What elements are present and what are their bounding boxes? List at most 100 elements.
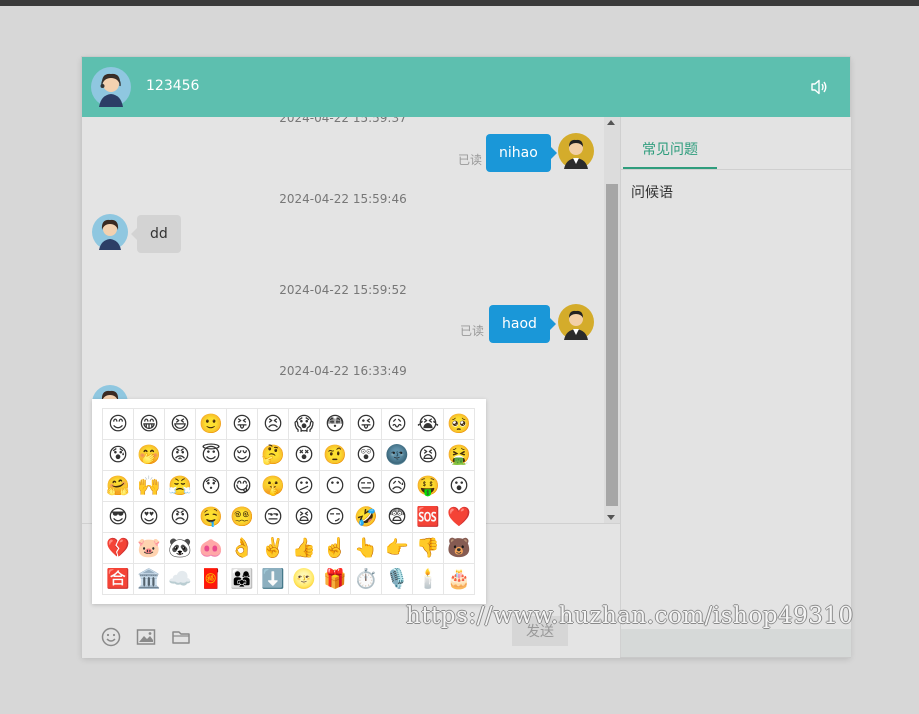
emoji-cell[interactable]: 😏 [320,502,351,533]
folder-icon[interactable] [171,627,191,647]
emoji-cell[interactable]: 😋 [227,471,258,502]
emoji-cell[interactable]: ❤️ [444,502,475,533]
emoji-cell[interactable]: 😎 [103,502,134,533]
emoji-cell[interactable]: ☁️ [165,564,196,595]
emoji-cell[interactable]: 😍 [134,502,165,533]
emoji-cell[interactable]: 🤭 [134,440,165,471]
message-timestamp: 2024-04-22 15:59:37 [279,117,407,125]
emoji-cell[interactable]: 🙌 [134,471,165,502]
emoji-cell[interactable]: 🐻 [444,533,475,564]
emoji-cell[interactable]: 😰 [103,440,134,471]
emoji-cell[interactable]: 😣 [258,409,289,440]
emoji-cell[interactable]: 🧧 [196,564,227,595]
emoji-cell[interactable]: 😁 [134,409,165,440]
watermark-text: https://www.huzhan.com/ishop49310 [406,603,854,629]
scroll-down-icon[interactable] [607,515,615,520]
emoji-cell[interactable]: 👆 [351,533,382,564]
emoji-cell[interactable]: 🙂 [196,409,227,440]
emoji-cell[interactable]: 🆘 [413,502,444,533]
emoji-cell[interactable]: 🤮 [444,440,475,471]
speaker-icon[interactable] [810,79,828,95]
emoji-cell[interactable]: 🏛️ [134,564,165,595]
emoji-cell[interactable]: 🎁 [320,564,351,595]
header-title: 123456 [146,78,200,94]
female-agent-avatar-icon [91,67,131,107]
emoji-cell[interactable]: 😯 [196,471,227,502]
emoji-cell[interactable]: 🕯️ [413,564,444,595]
emoji-cell[interactable]: 😇 [196,440,227,471]
emoji-cell[interactable]: 😶 [320,471,351,502]
emoji-icon[interactable] [101,627,121,647]
emoji-cell[interactable]: 😖 [382,409,413,440]
emoji-cell[interactable]: ✌️ [258,533,289,564]
scroll-up-icon[interactable] [607,120,615,125]
emoji-cell[interactable]: ☝️ [320,533,351,564]
emoji-cell[interactable]: 👨‍👩‍👧 [227,564,258,595]
emoji-cell[interactable]: 👉 [382,533,413,564]
emoji-cell[interactable]: 💔 [103,533,134,564]
emoji-cell[interactable]: 🤑 [413,471,444,502]
message-timestamp: 2024-04-22 15:59:46 [279,192,407,206]
emoji-cell[interactable]: 😜 [351,409,382,440]
emoji-cell[interactable]: 🤔 [258,440,289,471]
read-status: 已读 [458,153,483,167]
emoji-cell[interactable]: 😨 [382,502,413,533]
message-bubble-received: dd [131,215,181,253]
emoji-cell[interactable]: 😥 [382,471,413,502]
message-timestamp: 2024-04-22 15:59:52 [279,283,407,297]
faq-panel-footer [621,629,851,657]
emoji-cell[interactable]: 😠 [165,502,196,533]
emoji-cell[interactable]: 😆 [165,409,196,440]
tab-faq[interactable]: 常见问题 [623,139,717,169]
emoji-cell[interactable]: 😮 [444,471,475,502]
message-scrollbar[interactable] [604,117,620,523]
emoji-cell[interactable]: 🤣 [351,502,382,533]
faq-tabs: 常见问题 [621,117,851,170]
emoji-cell[interactable]: 😫 [413,440,444,471]
emoji-cell[interactable]: 😲 [351,440,382,471]
emoji-cell[interactable]: 🎙️ [382,564,413,595]
female-agent-avatar-icon [92,214,128,250]
scrollbar-thumb[interactable] [606,184,618,506]
faq-panel: 常见问题 问候语 [620,117,851,657]
male-user-avatar-icon [558,304,594,340]
emoji-cell[interactable]: 🈴 [103,564,134,595]
image-icon[interactable] [136,627,156,647]
emoji-grid: 😊 😁 😆 🙂 😝 😣 😱 😳 😜 😖 😭 🥺 😰 🤭 😡 😇 😌 🤔 😵 🤨 😲 🌚 😫 🤮 🤗 🙌 😤 😯 😋 🤫 😕 😶 😑 😥 🤑 😮 😎 😍 😠 🤤… [102,408,475,595]
message-bubble-sent: haod [489,305,556,343]
emoji-cell[interactable]: 🌝 [289,564,320,595]
emoji-cell[interactable]: 😒 [258,502,289,533]
emoji-cell[interactable]: 😱 [289,409,320,440]
emoji-cell[interactable]: 😕 [289,471,320,502]
male-user-avatar-icon [558,133,594,169]
emoji-cell[interactable]: 👎 [413,533,444,564]
emoji-cell[interactable]: 🐽 [196,533,227,564]
emoji-cell[interactable]: 🐼 [165,533,196,564]
emoji-cell[interactable]: 🤫 [258,471,289,502]
emoji-cell[interactable]: 👍 [289,533,320,564]
emoji-cell[interactable]: 🌚 [382,440,413,471]
emoji-cell[interactable]: 😡 [165,440,196,471]
emoji-cell[interactable]: 🤗 [103,471,134,502]
emoji-cell[interactable]: ⬇️ [258,564,289,595]
emoji-cell[interactable]: 😫 [289,502,320,533]
emoji-cell[interactable]: 🥺 [444,409,475,440]
faq-item-greeting[interactable]: 问候语 [631,182,673,202]
emoji-cell[interactable]: 😭 [413,409,444,440]
emoji-cell[interactable]: 😤 [165,471,196,502]
emoji-cell[interactable]: 😝 [227,409,258,440]
emoji-cell[interactable]: 🤨 [320,440,351,471]
emoji-cell[interactable]: 😌 [227,440,258,471]
emoji-cell[interactable]: 🤤 [196,502,227,533]
emoji-cell[interactable]: 😑 [351,471,382,502]
emoji-cell[interactable]: 😳 [320,409,351,440]
chat-header: 123456 [82,57,850,117]
emoji-cell[interactable]: 🐷 [134,533,165,564]
read-status: 已读 [460,324,485,338]
emoji-cell[interactable]: 👌 [227,533,258,564]
emoji-cell[interactable]: 😵 [289,440,320,471]
emoji-cell[interactable]: 😊 [103,409,134,440]
emoji-cell[interactable]: 😵‍💫 [227,502,258,533]
emoji-cell[interactable]: ⏱️ [351,564,382,595]
emoji-cell[interactable]: 🎂 [444,564,475,595]
